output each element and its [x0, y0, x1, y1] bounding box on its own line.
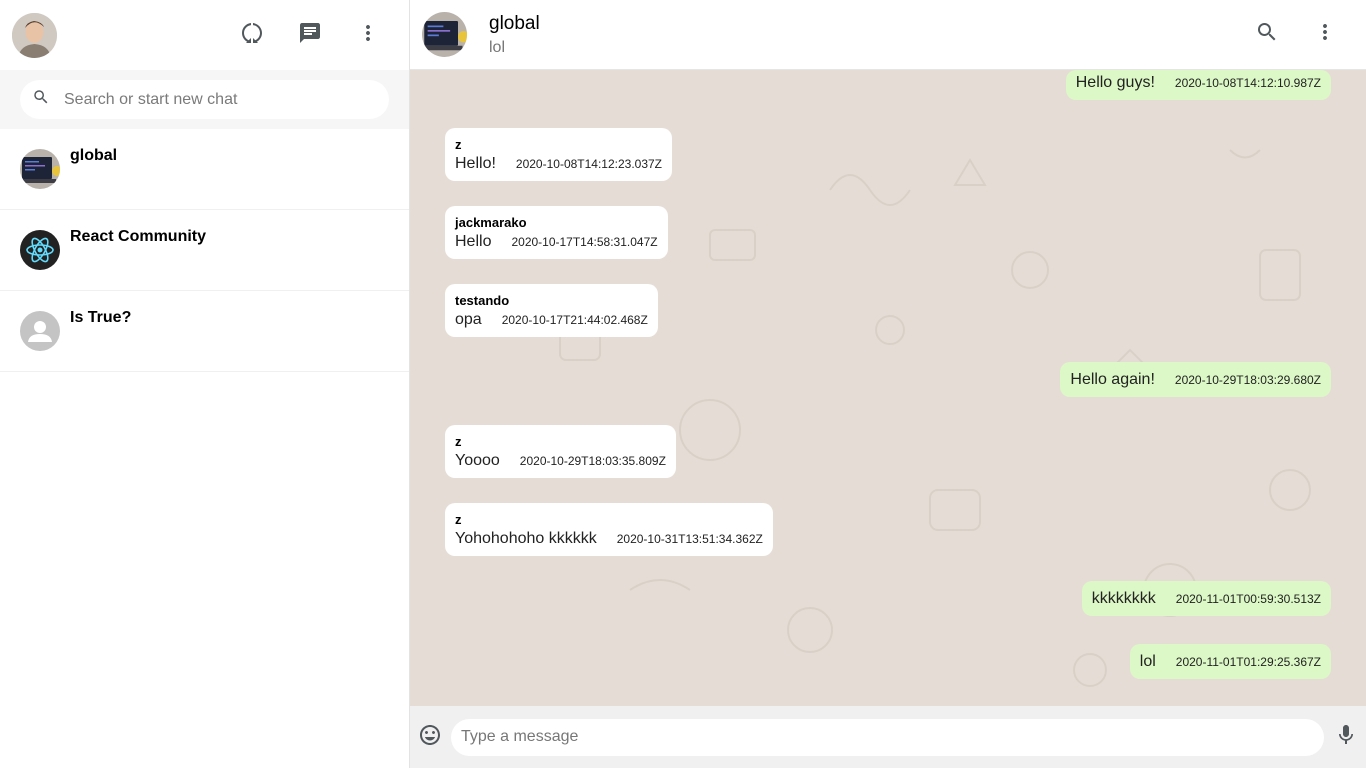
emoji-button[interactable] — [418, 723, 442, 752]
message-time: 2020-10-08T14:12:10.987Z — [1174, 76, 1321, 90]
chat-panel: global lol Hello guys! 2020-10-08T14:12:… — [410, 0, 1366, 768]
mic-icon — [1334, 723, 1358, 752]
message-time: 2020-10-29T18:03:35.809Z — [519, 454, 666, 468]
chat-header-info: global lol — [489, 13, 1238, 57]
search-box — [20, 80, 389, 119]
chat-menu-button[interactable] — [1296, 13, 1354, 57]
message-text: kkkkkkkk — [1091, 590, 1156, 607]
message-composer — [410, 706, 1366, 768]
message-text: Hello again! — [1070, 371, 1155, 388]
chat-header-avatar[interactable] — [422, 12, 467, 57]
more-vert-icon — [1313, 20, 1337, 49]
message-sent: Hello guys! 2020-10-08T14:12:10.987Z — [1065, 70, 1331, 100]
search-input[interactable] — [64, 90, 364, 109]
sidebar-header — [0, 0, 409, 70]
chat-item-global[interactable]: global — [0, 129, 409, 210]
message-input[interactable] — [451, 718, 1324, 756]
chat-avatar-react — [20, 230, 60, 270]
message-time: 2020-10-17T14:58:31.047Z — [511, 235, 658, 249]
chat-item-is-true[interactable]: Is True? — [0, 291, 409, 372]
chat-name: React Community — [70, 228, 207, 245]
sidebar-header-icons — [223, 13, 397, 57]
sidebar: global React Community — [0, 0, 410, 768]
chat-title: global — [489, 12, 540, 34]
default-person-icon — [20, 311, 60, 351]
react-logo-icon — [20, 230, 60, 270]
message-sender: testando — [455, 293, 510, 308]
search-container — [0, 70, 409, 129]
message-time: 2020-10-31T13:51:34.362Z — [616, 532, 763, 546]
message-sent: lol 2020-11-01T01:29:25.367Z — [1129, 644, 1331, 679]
message-sender: z — [455, 434, 462, 449]
new-chat-icon — [298, 21, 322, 50]
new-chat-button[interactable] — [281, 13, 339, 57]
message-text: Hello guys! — [1075, 74, 1155, 91]
message-sent: kkkkkkkk 2020-11-01T00:59:30.513Z — [1081, 581, 1331, 616]
message-time: 2020-11-01T00:59:30.513Z — [1175, 592, 1321, 606]
chat-avatar-global — [20, 149, 60, 189]
chat-last-message: lol — [489, 38, 506, 56]
emoji-icon — [418, 723, 442, 752]
message-time: 2020-11-01T01:29:25.367Z — [1175, 655, 1321, 669]
message-time: 2020-10-08T14:12:23.037Z — [515, 157, 663, 171]
message-time: 2020-10-29T18:03:29.680Z — [1174, 373, 1321, 387]
search-icon — [1255, 20, 1279, 49]
status-button[interactable] — [223, 13, 281, 57]
message-text: Yoooo — [455, 452, 500, 469]
message-text: Yohohohoho kkkkkk — [455, 530, 597, 547]
message-text: lol — [1139, 653, 1156, 670]
chat-header: global lol — [410, 0, 1366, 70]
user-avatar[interactable] — [12, 12, 57, 58]
chat-header-icons — [1238, 13, 1354, 57]
mic-button[interactable] — [1334, 723, 1358, 752]
search-icon — [32, 88, 50, 111]
message-received: testando opa 2020-10-17T21:44:02.468Z — [445, 284, 658, 337]
message-text: Hello — [455, 233, 492, 250]
more-vert-icon — [356, 21, 380, 50]
message-text: Hello! — [455, 155, 496, 172]
message-received: z Yoooo 2020-10-29T18:03:35.809Z — [445, 425, 676, 478]
message-sent: Hello again! 2020-10-29T18:03:29.680Z — [1060, 362, 1331, 397]
chat-item-react-community[interactable]: React Community — [0, 210, 409, 291]
chat-list: global React Community Is True? — [0, 129, 409, 768]
chat-avatar-default — [20, 311, 60, 351]
message-received: z Yohohohoho kkkkkk 2020-10-31T13:51:34.3… — [445, 503, 773, 556]
message-sender: jackmarako — [455, 215, 527, 230]
message-received: z Hello! 2020-10-08T14:12:23.037Z — [445, 128, 673, 181]
message-sender: z — [455, 512, 462, 527]
status-icon — [240, 21, 264, 50]
chat-name: global — [70, 147, 118, 164]
message-sender: z — [455, 137, 462, 152]
message-text: opa — [455, 311, 482, 328]
message-time: 2020-10-17T21:44:02.468Z — [501, 313, 648, 327]
message-received: jackmarako Hello 2020-10-17T14:58:31.047Z — [445, 206, 668, 259]
whatsapp-clone-app: global React Community — [0, 0, 1366, 768]
search-chat-button[interactable] — [1238, 13, 1296, 57]
message-area[interactable]: Hello guys! 2020-10-08T14:12:10.987Z z He… — [410, 70, 1366, 706]
sidebar-menu-button[interactable] — [339, 13, 397, 57]
chat-name: Is True? — [70, 309, 132, 326]
